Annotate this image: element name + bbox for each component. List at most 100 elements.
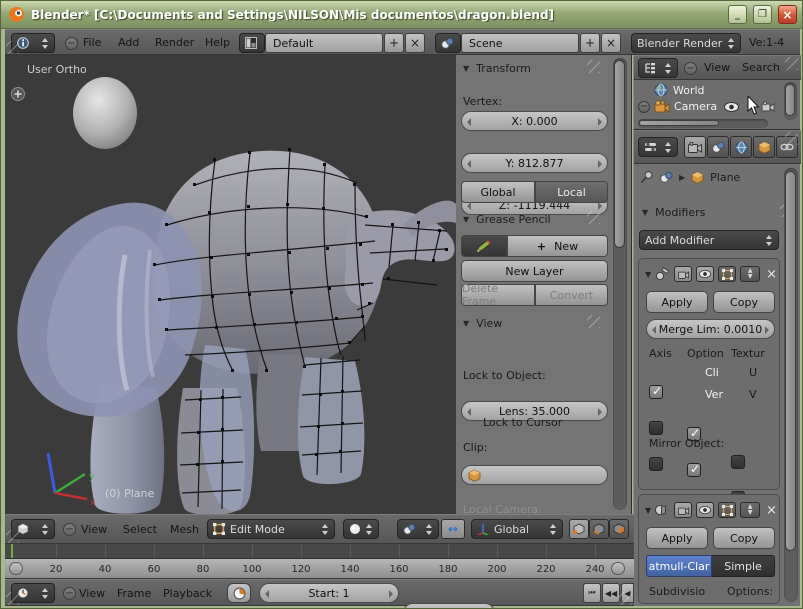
toolshelf-expand-icon[interactable] (12, 88, 25, 101)
view3d-menu-mesh[interactable]: Mesh (170, 523, 199, 536)
mirror-copy-button[interactable]: Copy (713, 291, 775, 313)
add-scene-button[interactable]: + (580, 33, 600, 53)
minimize-button[interactable]: _ (728, 5, 747, 24)
pin-icon[interactable] (640, 170, 654, 184)
delete-scene-button[interactable]: × (601, 33, 621, 53)
panel-header-transform[interactable]: ▼ Transform (463, 62, 531, 75)
menu-file[interactable]: File (83, 36, 101, 49)
breadcrumb-object-name[interactable]: Plane (710, 171, 740, 184)
subsurf-copy-button[interactable]: Copy (713, 527, 775, 549)
scene-name-field[interactable]: Scene (461, 33, 579, 53)
properties-scrollbar-thumb[interactable] (785, 171, 796, 551)
render-restrict-camera-icon[interactable] (761, 101, 775, 112)
vertex-y-field[interactable]: Y: 812.877 (461, 153, 608, 173)
tab-render[interactable] (684, 136, 706, 158)
face-select-mode-button[interactable] (609, 519, 629, 539)
jump-to-start-button[interactable]: ⏮ (583, 583, 601, 603)
outliner-vscrollbar[interactable] (784, 82, 797, 120)
scene-icon-button[interactable] (435, 33, 461, 53)
close-button[interactable]: × (778, 5, 797, 24)
viewport-canvas[interactable]: y x (5, 55, 456, 514)
mirror-axis-x-checkbox[interactable] (649, 385, 663, 399)
timeline-menu-frame[interactable]: Frame (117, 587, 151, 600)
modifier-viewport-toggle[interactable] (696, 502, 714, 518)
mirror-apply-button[interactable]: Apply (646, 291, 708, 313)
timeline-ruler[interactable]: 20406080100120140160180200220240 (5, 558, 634, 579)
new-layer-button[interactable]: New Layer (461, 260, 608, 282)
menu-help[interactable]: Help (205, 36, 230, 49)
mirror-axis-z-checkbox[interactable] (649, 457, 663, 471)
lock-object-field[interactable] (461, 465, 608, 485)
collapse-menus-icon[interactable]: − (63, 523, 76, 536)
modifier-delete-icon[interactable]: × (766, 267, 777, 282)
panel-drag-grip[interactable] (587, 211, 600, 224)
global-toggle[interactable]: Global (461, 181, 535, 203)
outliner-vscrollbar-thumb[interactable] (785, 84, 795, 116)
tab-scene[interactable] (707, 136, 729, 158)
delete-frame-button[interactable]: Delete Frame (461, 284, 535, 306)
panel-header-modifiers[interactable]: ▼ Modifiers (642, 206, 705, 219)
view3d-menu-select[interactable]: Select (123, 523, 157, 536)
frame-end-field[interactable]: End: 249 (403, 603, 495, 609)
catmull-clark-toggle[interactable]: atmull-Clar (646, 555, 712, 577)
modifier-viewport-toggle[interactable] (696, 266, 714, 282)
panel-drag-grip[interactable] (587, 315, 600, 328)
time-toggle-button[interactable] (227, 583, 251, 603)
timeline-track[interactable] (5, 544, 634, 558)
ruler-right-cap[interactable] (611, 562, 625, 575)
viewport-shading-select[interactable] (343, 519, 379, 539)
modifier-expand-icon[interactable]: ▼ (645, 506, 651, 515)
vertex-select-mode-button[interactable] (569, 519, 589, 539)
scene-balls-icon[interactable] (660, 171, 673, 183)
modifier-render-toggle[interactable] (674, 266, 692, 282)
timeline-menu-playback[interactable]: Playback (163, 587, 212, 600)
move-down-icon[interactable]: ▼ (748, 274, 753, 280)
modifier-delete-icon[interactable]: × (766, 503, 777, 518)
delete-layout-button[interactable]: × (405, 33, 425, 53)
collapse-menus-icon[interactable]: − (63, 587, 76, 600)
region-corner-grip[interactable] (785, 132, 798, 145)
subsurf-apply-button[interactable]: Apply (646, 527, 708, 549)
region-corner-grip[interactable] (785, 57, 798, 70)
menu-add[interactable]: Add (118, 36, 139, 49)
modifier-render-toggle[interactable] (674, 502, 692, 518)
region-corner-grip[interactable] (6, 530, 19, 543)
properties-scrollbar[interactable] (784, 168, 798, 602)
modifier-move-buttons[interactable]: ▲ ▼ (740, 502, 760, 518)
merge-limit-field[interactable]: Merge Lim: 0.0010 (646, 319, 775, 339)
ruler-left-cap[interactable] (9, 562, 23, 575)
local-toggle[interactable]: Local (535, 181, 608, 203)
pivot-point-select[interactable] (397, 519, 439, 539)
add-layout-button[interactable]: + (384, 33, 404, 53)
mirror-axis-y-checkbox[interactable] (649, 421, 663, 435)
move-down-icon[interactable]: ▼ (748, 510, 753, 516)
add-modifier-dropdown[interactable]: Add Modifier (639, 230, 779, 250)
screen-layout-icon-button[interactable] (239, 33, 265, 53)
outliner-item-world[interactable]: World (654, 83, 705, 97)
grease-draw-toggle[interactable] (461, 235, 507, 257)
editor-type-selector-properties[interactable] (638, 137, 678, 157)
tab-world[interactable] (730, 136, 752, 158)
modifier-expand-icon[interactable]: ▼ (645, 270, 651, 279)
modifier-move-buttons[interactable]: ▲ ▼ (740, 266, 760, 282)
previous-keyframe-button[interactable]: ◀◀ (602, 583, 620, 603)
sphere-object[interactable] (73, 77, 137, 149)
modifier-editmode-toggle[interactable] (718, 502, 736, 518)
menu-render[interactable]: Render (155, 36, 194, 49)
view3d-menu-view[interactable]: View (81, 523, 107, 536)
region-corner-grip[interactable] (619, 592, 632, 605)
mode-select[interactable]: Edit Mode (207, 519, 335, 539)
panel-drag-grip[interactable] (587, 60, 600, 73)
vertex-x-field[interactable]: X: 0.000 (461, 111, 608, 131)
collapse-menus-icon[interactable]: − (65, 37, 78, 50)
convert-button[interactable]: Convert (535, 284, 608, 306)
render-engine-select[interactable]: Blender Render (631, 33, 741, 53)
title-bar[interactable]: Blender* [C:\Documents and Settings\NILS… (1, 1, 803, 29)
manipulator-toggle[interactable]: ↔ (441, 519, 465, 539)
editor-type-selector-outliner[interactable] (638, 58, 678, 78)
panel-header-view[interactable]: ▼ View (463, 317, 502, 330)
region-corner-grip[interactable] (6, 41, 19, 54)
transform-orientation-select[interactable]: Global (471, 519, 563, 539)
outliner-hscrollbar[interactable] (638, 119, 768, 128)
tab-object[interactable] (753, 136, 775, 158)
